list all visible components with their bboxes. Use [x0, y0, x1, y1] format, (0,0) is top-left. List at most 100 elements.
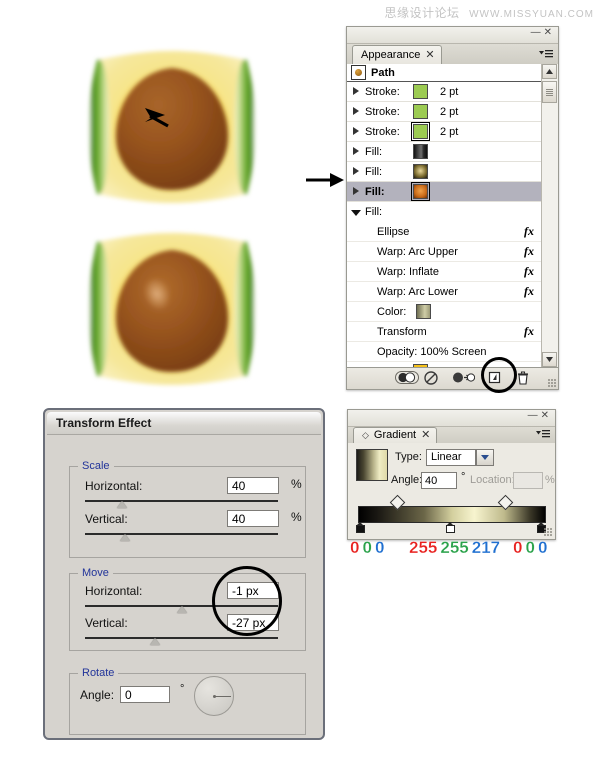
appearance-subrow-warp-arc-upper[interactable]: Warp: Arc Upper fx: [347, 242, 542, 262]
disclosure-triangle-icon[interactable]: [351, 146, 362, 157]
move-horizontal-slider-thumb[interactable]: [177, 606, 187, 613]
appearance-body: Path Stroke: 2 pt Stroke: 2 pt Stroke: 2…: [347, 64, 558, 389]
duplicate-selected-item-icon[interactable]: [488, 371, 504, 386]
gradient-type-select[interactable]: Linear: [426, 449, 494, 466]
scale-vertical-slider-thumb[interactable]: [120, 534, 130, 541]
fill-gradient-swatch[interactable]: [413, 144, 428, 159]
minimize-icon[interactable]: —: [531, 27, 544, 38]
subrow-label: Transform: [377, 325, 427, 338]
rgb-green-value: 0: [525, 538, 535, 557]
stroke-color-swatch[interactable]: [413, 84, 428, 99]
gradient-ramp-bar[interactable]: [358, 506, 546, 523]
toggle-visibility-icon[interactable]: [395, 371, 419, 386]
gradient-tabstrip[interactable]: ◇ Gradient ✕: [348, 427, 555, 444]
chevron-down-icon[interactable]: [476, 449, 494, 466]
appearance-subrow-color[interactable]: Color:: [347, 302, 542, 322]
move-vertical-slider-track[interactable]: [85, 637, 278, 639]
stroke-color-swatch[interactable]: [411, 122, 430, 141]
appearance-subrow-warp-inflate[interactable]: Warp: Inflate fx: [347, 262, 542, 282]
disclosure-triangle-open-icon[interactable]: [351, 207, 362, 218]
minimize-icon[interactable]: —: [528, 410, 541, 421]
appearance-target-row[interactable]: Path: [347, 64, 542, 82]
fx-icon[interactable]: fx: [524, 264, 534, 279]
close-icon[interactable]: ✕: [544, 27, 555, 38]
gradient-stop-middle[interactable]: [446, 522, 455, 533]
rotate-angle-input[interactable]: 0: [120, 686, 170, 703]
appearance-row-fill-3-selected[interactable]: Fill:: [347, 182, 542, 202]
window-controls[interactable]: —✕: [528, 410, 552, 422]
move-horizontal-input[interactable]: -1 px: [227, 582, 279, 599]
appearance-row-fill-1[interactable]: Fill:: [347, 142, 542, 162]
appearance-subrow-ellipse[interactable]: Ellipse fx: [347, 222, 542, 242]
appearance-row-fill-expanded[interactable]: Fill:: [347, 202, 542, 222]
move-group-legend: Move: [82, 567, 109, 579]
row-value[interactable]: 2 pt: [440, 126, 458, 138]
scrollbar-thumb[interactable]: [542, 81, 557, 103]
scroll-down-icon[interactable]: [542, 352, 557, 367]
panel-menu-icon[interactable]: [538, 48, 554, 62]
tab-gradient[interactable]: ◇ Gradient ✕: [353, 427, 438, 443]
close-icon[interactable]: ✕: [541, 410, 552, 421]
appearance-item-list[interactable]: Path Stroke: 2 pt Stroke: 2 pt Stroke: 2…: [347, 64, 542, 367]
scale-vertical-input[interactable]: 40: [227, 510, 279, 527]
appearance-row-stroke-3[interactable]: Stroke: 2 pt: [347, 122, 542, 142]
row-value[interactable]: 2 pt: [440, 86, 458, 98]
reduce-to-basic-appearance-icon[interactable]: [453, 371, 476, 386]
fill-gradient-swatch[interactable]: [411, 182, 430, 201]
fx-icon[interactable]: fx: [524, 284, 534, 299]
disclosure-triangle-icon[interactable]: [351, 186, 362, 197]
scroll-up-icon[interactable]: [542, 64, 557, 79]
appearance-subrow-warp-arc-lower[interactable]: Warp: Arc Lower fx: [347, 282, 542, 302]
panel-resize-grip[interactable]: [544, 528, 552, 536]
panel-menu-icon[interactable]: [535, 427, 551, 441]
rgb-green-value: 0: [362, 538, 372, 557]
gradient-stop-left[interactable]: [356, 522, 365, 533]
transform-effect-dialog[interactable]: Transform Effect Scale Horizontal: 40 % …: [43, 408, 325, 740]
avocado-illustration-bottom: [62, 224, 282, 394]
scale-horizontal-slider-thumb[interactable]: [117, 501, 127, 508]
appearance-row-stroke-2[interactable]: Stroke: 2 pt: [347, 102, 542, 122]
appearance-footer-toolbar[interactable]: [347, 367, 558, 389]
tab-close-icon[interactable]: ✕: [421, 428, 430, 443]
clear-appearance-icon[interactable]: [424, 371, 440, 386]
appearance-row-fill-2[interactable]: Fill:: [347, 162, 542, 182]
appearance-subrow-transform[interactable]: Transform fx: [347, 322, 542, 342]
fx-icon[interactable]: fx: [524, 324, 534, 339]
disclosure-triangle-icon[interactable]: [351, 126, 362, 137]
scale-horizontal-slider-track[interactable]: [85, 500, 278, 502]
appearance-panel[interactable]: —✕ Appearance ✕ Path Stroke: 2 pt Stroke…: [346, 26, 559, 390]
move-vertical-slider-thumb[interactable]: [150, 638, 160, 645]
panel-resize-grip[interactable]: [548, 379, 556, 387]
disclosure-triangle-icon[interactable]: [351, 106, 362, 117]
scale-vertical-slider-track[interactable]: [85, 533, 278, 535]
gradient-preview-swatch[interactable]: [356, 449, 388, 481]
fill-gradient-swatch[interactable]: [413, 164, 428, 179]
scale-horizontal-input[interactable]: 40: [227, 477, 279, 494]
color-swatch[interactable]: [416, 304, 432, 319]
disclosure-triangle-icon[interactable]: [351, 86, 362, 97]
scale-vertical-row: Vertical:: [85, 512, 128, 526]
rotate-group-legend: Rotate: [82, 667, 115, 679]
appearance-vertical-scrollbar[interactable]: [541, 64, 558, 367]
gradient-panel[interactable]: —✕ ◇ Gradient ✕ Type: Linear Angle: 40 °…: [347, 409, 556, 540]
window-controls[interactable]: —✕: [531, 27, 555, 39]
watermark-url-text: WWW.MISSYUAN.COM: [469, 9, 594, 20]
stroke-color-swatch[interactable]: [413, 104, 428, 119]
rgb-green-value: 255: [440, 538, 469, 557]
fx-icon[interactable]: fx: [524, 244, 534, 259]
disclosure-triangle-icon[interactable]: [351, 166, 362, 177]
appearance-tabstrip[interactable]: Appearance ✕: [347, 44, 558, 65]
appearance-subrow-opacity[interactable]: Opacity: 100% Screen: [347, 342, 542, 362]
rotate-angle-row: Angle:: [80, 688, 114, 702]
delete-selected-item-icon[interactable]: [517, 371, 533, 386]
appearance-row-stroke-1[interactable]: Stroke: 2 pt: [347, 82, 542, 102]
tab-appearance[interactable]: Appearance ✕: [352, 45, 442, 64]
scale-vertical-unit: %: [291, 510, 302, 524]
gradient-location-input[interactable]: [513, 472, 543, 489]
rotate-angle-dial[interactable]: [194, 676, 234, 716]
gradient-angle-input[interactable]: 40: [421, 472, 457, 489]
fx-icon[interactable]: fx: [524, 224, 534, 239]
tab-close-icon[interactable]: ✕: [425, 46, 434, 64]
row-value[interactable]: 2 pt: [440, 106, 458, 118]
move-vertical-input[interactable]: -27 px: [227, 614, 279, 631]
